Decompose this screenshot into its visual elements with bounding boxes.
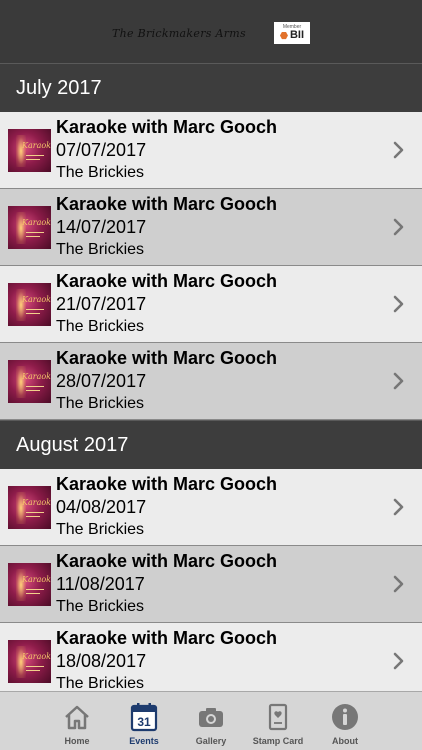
tab-events[interactable]: 31 Events bbox=[111, 692, 178, 750]
event-row[interactable]: Karaoke Karaoke with Marc Gooch 28/07/20… bbox=[0, 343, 422, 420]
tab-label: About bbox=[332, 736, 358, 746]
chevron-right-icon bbox=[393, 372, 404, 390]
chevron-right-icon bbox=[393, 295, 404, 313]
event-date: 18/08/2017 bbox=[56, 651, 147, 671]
event-row[interactable]: Karaoke Karaoke with Marc Gooch 04/08/20… bbox=[0, 469, 422, 546]
event-title: Karaoke with Marc Gooch bbox=[56, 551, 278, 571]
event-title: Karaoke with Marc Gooch bbox=[56, 194, 278, 214]
event-row[interactable]: Karaoke Karaoke with Marc Gooch 07/07/20… bbox=[0, 112, 422, 189]
event-row[interactable]: Karaoke Karaoke with Marc Gooch 21/07/20… bbox=[0, 266, 422, 343]
karaoke-event-thumbnail: Karaoke bbox=[8, 563, 51, 606]
event-date: 07/07/2017 bbox=[56, 140, 147, 160]
event-date: 11/08/2017 bbox=[56, 574, 145, 594]
karaoke-event-thumbnail: Karaoke bbox=[8, 129, 51, 172]
badge-main-text: BII bbox=[289, 29, 305, 41]
chevron-right-icon bbox=[393, 218, 404, 236]
event-title: Karaoke with Marc Gooch bbox=[56, 348, 278, 368]
karaoke-event-thumbnail: Karaoke bbox=[8, 486, 51, 529]
camera-icon bbox=[199, 708, 223, 727]
chevron-right-icon bbox=[393, 652, 404, 670]
chevron-right-icon bbox=[393, 498, 404, 516]
event-date: 28/07/2017 bbox=[56, 371, 147, 391]
tab-label: Stamp Card bbox=[252, 736, 304, 746]
event-row[interactable]: Karaoke Karaoke with Marc Gooch 11/08/20… bbox=[0, 546, 422, 623]
tab-home[interactable]: Home bbox=[44, 692, 111, 750]
karaoke-event-thumbnail: Karaoke bbox=[8, 360, 51, 403]
event-title: Karaoke with Marc Gooch bbox=[56, 117, 278, 137]
bii-member-badge: Member BII bbox=[273, 21, 310, 44]
event-venue: The Brickies bbox=[56, 521, 145, 538]
event-venue: The Brickies bbox=[56, 395, 145, 412]
event-date: 04/08/2017 bbox=[56, 497, 147, 517]
event-venue: The Brickies bbox=[56, 675, 145, 691]
karaoke-event-thumbnail: Karaoke bbox=[8, 206, 51, 249]
info-icon bbox=[332, 704, 358, 730]
event-venue: The Brickies bbox=[56, 598, 145, 615]
chevron-right-icon bbox=[393, 575, 404, 593]
section-header-july: July 2017 bbox=[0, 63, 422, 112]
app-header: The Brickmakers Arms Member BII bbox=[0, 0, 422, 63]
section-header-august: August 2017 bbox=[0, 420, 422, 469]
event-date: 21/07/2017 bbox=[56, 294, 147, 314]
bii-hex-icon bbox=[279, 31, 288, 40]
event-date: 14/07/2017 bbox=[56, 217, 147, 237]
event-row[interactable]: Karaoke Karaoke with Marc Gooch 18/08/20… bbox=[0, 623, 422, 691]
tab-label: Events bbox=[129, 736, 159, 746]
event-title: Karaoke with Marc Gooch bbox=[56, 474, 278, 494]
event-venue: The Brickies bbox=[56, 318, 145, 335]
tab-about[interactable]: About bbox=[312, 692, 379, 750]
tab-label: Gallery bbox=[195, 736, 227, 746]
tab-label: Home bbox=[64, 736, 90, 746]
home-icon bbox=[65, 705, 89, 730]
event-venue: The Brickies bbox=[56, 164, 145, 181]
venue-logo: The Brickmakers Arms bbox=[112, 27, 246, 40]
calendar-day-text: 31 bbox=[137, 715, 151, 729]
tab-gallery[interactable]: Gallery bbox=[178, 692, 245, 750]
events-list[interactable]: July 2017 Karaoke Karaoke with Marc Gooc… bbox=[0, 63, 422, 691]
tab-bar: Home 31 Events Gallery Stamp Card About bbox=[0, 691, 422, 750]
tab-stamp-card[interactable]: Stamp Card bbox=[245, 692, 312, 750]
event-title: Karaoke with Marc Gooch bbox=[56, 628, 278, 648]
stamp-card-icon bbox=[268, 703, 288, 731]
event-title: Karaoke with Marc Gooch bbox=[56, 271, 278, 291]
event-row[interactable]: Karaoke Karaoke with Marc Gooch 14/07/20… bbox=[0, 189, 422, 266]
event-venue: The Brickies bbox=[56, 241, 145, 258]
calendar-icon: 31 bbox=[130, 703, 158, 732]
karaoke-event-thumbnail: Karaoke bbox=[8, 640, 51, 683]
chevron-right-icon bbox=[393, 141, 404, 159]
karaoke-event-thumbnail: Karaoke bbox=[8, 283, 51, 326]
